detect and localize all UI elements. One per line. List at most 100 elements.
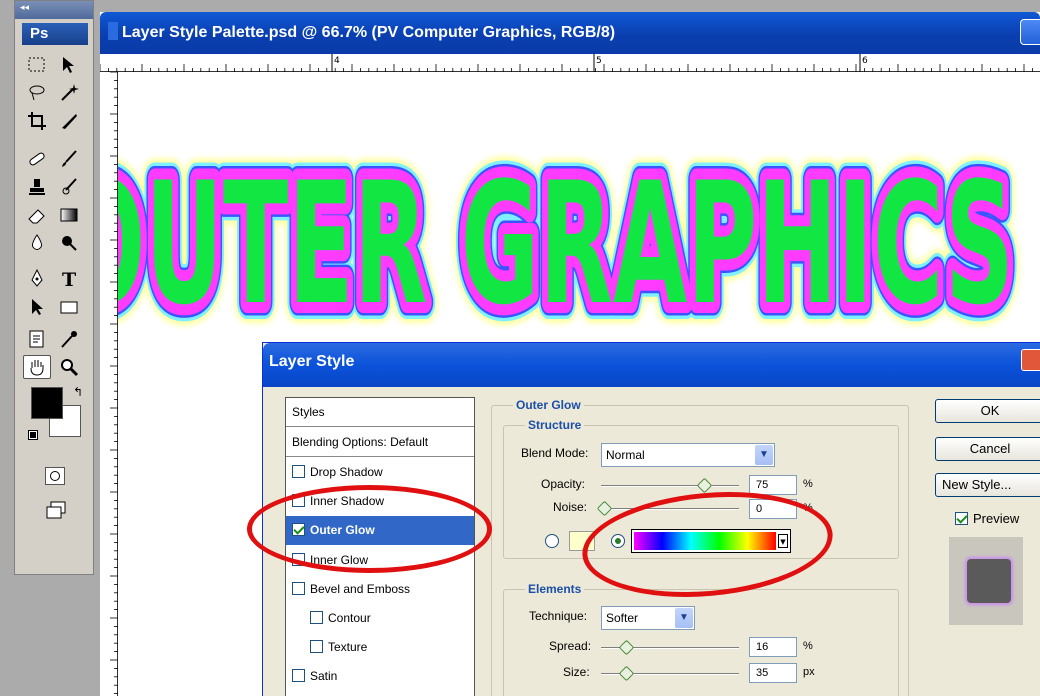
blur-tool[interactable] [23,231,51,255]
spread-input[interactable]: 16 [749,637,797,657]
crop-icon [28,112,46,130]
opacity-slider[interactable] [601,477,739,494]
zoom-tool[interactable] [55,355,83,379]
gradient-tool[interactable] [55,203,83,227]
solid-color-radio[interactable] [545,534,559,548]
hand-icon [30,360,44,376]
history-brush-icon [62,178,77,195]
pen-tool[interactable] [23,267,51,291]
lasso-icon [29,85,45,101]
tools-panel-header[interactable]: ◂◂ [15,1,93,19]
canvas-text: OUTER GRAPHICS [118,146,1014,342]
document-icon [108,22,118,40]
ok-button[interactable]: OK [935,399,1040,423]
path-selection-tool[interactable] [23,295,51,319]
crop-tool[interactable] [23,109,51,133]
opacity-label: Opacity: [541,477,586,491]
opacity-input[interactable]: 75 [749,475,797,495]
blend-mode-select[interactable]: Normal ▼ [601,443,775,467]
quick-mask-icon [50,471,60,481]
style-item-label: Contour [328,611,371,625]
spread-label: Spread: [549,639,592,653]
dodge-icon [62,236,77,251]
style-item-texture[interactable]: Texture [286,633,474,662]
blend-mode-value: Normal [606,448,645,462]
cancel-button[interactable]: Cancel [935,437,1040,461]
style-item-drop-shadow[interactable]: Drop Shadow [286,458,474,487]
blend-mode-label: Blend Mode: [521,446,589,460]
preview-check[interactable] [955,512,968,525]
annotation-oval-outer-glow [247,485,492,573]
checkbox-satin[interactable] [292,669,305,682]
checkbox-drop-shadow[interactable] [292,465,305,478]
technique-label: Technique: [529,609,588,623]
style-item-contour[interactable]: Contour [286,604,474,633]
size-unit: px [803,666,815,678]
style-item-label: Bevel and Emboss [310,582,411,596]
pen-icon [31,268,43,287]
checkbox-contour[interactable] [310,611,323,624]
stamp-icon [29,179,45,195]
app-logo[interactable]: Ps [22,23,88,45]
chevron-down-icon: ▼ [675,608,693,628]
hand-tool[interactable] [23,355,51,379]
chevron-down-icon: ▼ [755,445,773,465]
swap-colors-icon[interactable]: ↰ [73,385,83,399]
minimize-button[interactable] [1020,19,1040,45]
structure-title: Structure [525,418,585,432]
spread-slider[interactable] [601,639,739,656]
elements-title: Elements [525,582,585,596]
eyedropper-tool[interactable] [55,327,83,351]
dialog-title-bar[interactable]: Layer Style [263,343,1040,387]
new-style-button[interactable]: New Style... [935,473,1040,497]
spread-unit: % [803,640,813,652]
type-icon: T [62,269,76,290]
magic-wand-icon [61,84,79,101]
healing-tool[interactable] [23,147,51,171]
checkbox-bevel-emboss[interactable] [292,582,305,595]
screen-mode-button[interactable] [45,501,67,521]
collapse-icon[interactable]: ◂◂ [20,3,29,13]
technique-value: Softer [606,611,639,625]
type-tool[interactable]: T [55,267,83,291]
stamp-tool[interactable] [23,175,51,199]
magnifier-icon [61,359,79,377]
document-title-bar[interactable]: Layer Style Palette.psd @ 66.7% (PV Comp… [100,12,1040,54]
styles-header[interactable]: Styles [286,398,474,427]
dodge-tool[interactable] [55,231,83,255]
vertical-ruler [100,72,118,696]
lasso-tool[interactable] [23,81,51,105]
style-item-label: Drop Shadow [310,465,383,479]
history-brush-tool[interactable] [55,175,83,199]
move-tool[interactable] [55,53,83,77]
preview-label: Preview [973,511,1020,526]
shape-tool[interactable] [55,295,83,319]
marquee-tool[interactable] [23,53,51,77]
size-input[interactable]: 35 [749,663,797,683]
notes-tool[interactable] [23,327,51,351]
noise-label: Noise: [553,500,588,514]
slice-tool[interactable] [55,109,83,133]
brush-tool[interactable] [55,147,83,171]
brush-icon [62,150,77,167]
style-item-label: Satin [310,669,338,683]
eyedropper-icon [61,331,77,348]
blending-options-item[interactable]: Blending Options: Default [286,428,474,457]
style-item-satin[interactable]: Satin [286,662,474,691]
dialog-close-button[interactable] [1021,349,1040,371]
preview-checkbox[interactable]: Preview [955,511,1019,526]
eraser-icon [28,209,45,224]
checkbox-texture[interactable] [310,640,323,653]
technique-select[interactable]: Softer ▼ [601,606,695,630]
gradient-icon [60,208,78,222]
eraser-tool[interactable] [23,203,51,227]
magic-wand-tool[interactable] [55,81,83,105]
horizontal-ruler: 4 5 6 [100,54,1040,72]
foreground-color[interactable] [31,387,63,419]
default-colors-icon[interactable] [28,430,38,440]
quick-mask-button[interactable] [45,467,65,485]
size-slider[interactable] [601,665,739,682]
preview-swatch [967,559,1011,603]
style-item-bevel-emboss[interactable]: Bevel and Emboss [286,575,474,604]
notes-icon [29,330,44,348]
